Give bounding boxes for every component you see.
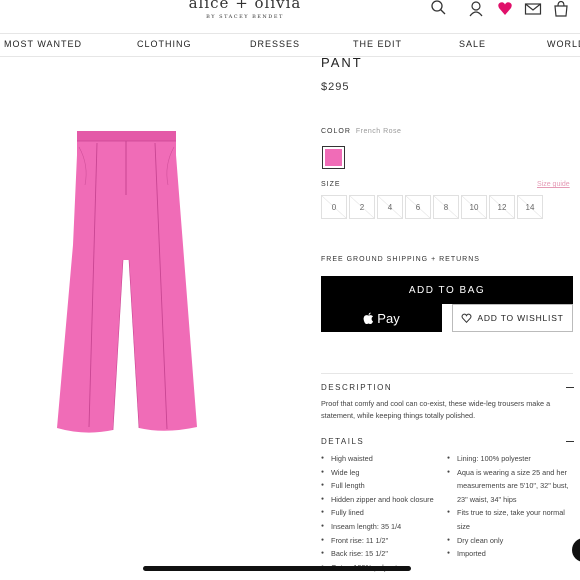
- user-icon[interactable]: [468, 0, 484, 18]
- size-option[interactable]: 10: [461, 195, 487, 219]
- logo-tagline: BY STACEY BENDET: [206, 14, 284, 20]
- detail-item: Lining: 100% polyester: [447, 452, 575, 466]
- detail-item: Inseam length: 35 1/4: [321, 520, 434, 534]
- size-option[interactable]: 8: [433, 195, 459, 219]
- logo-wordmark: alice + olivia: [188, 0, 302, 12]
- main-nav: MOST WANTED CLOTHING DRESSES THE EDIT SA…: [0, 33, 580, 57]
- nav-dresses[interactable]: DRESSES: [250, 39, 300, 49]
- nav-sale[interactable]: SALE: [459, 39, 486, 49]
- details-heading[interactable]: DETAILS: [321, 437, 364, 446]
- add-to-wishlist-button[interactable]: ADD TO WISHLIST: [452, 304, 573, 332]
- size-option[interactable]: 6: [405, 195, 431, 219]
- heart-outline-icon: [461, 313, 472, 323]
- size-option[interactable]: 12: [489, 195, 515, 219]
- detail-item: Front rise: 11 1/2": [321, 534, 434, 548]
- wishlist-label: ADD TO WISHLIST: [477, 313, 564, 323]
- detail-item: Aqua is wearing a size 25 and her measur…: [447, 466, 575, 507]
- product-price: $295: [321, 81, 350, 93]
- bag-icon[interactable]: [553, 0, 569, 18]
- description-heading[interactable]: DESCRIPTION: [321, 383, 392, 392]
- apple-icon: [363, 312, 374, 324]
- swatch-fill: [325, 149, 342, 166]
- size-option[interactable]: 0: [321, 195, 347, 219]
- detail-item: Back rise: 15 1/2": [321, 547, 434, 561]
- detail-item: Hidden zipper and hook closure: [321, 493, 434, 507]
- apple-pay-button[interactable]: Pay: [321, 304, 442, 332]
- nav-the-edit[interactable]: THE EDIT: [353, 39, 402, 49]
- detail-item: Fits true to size, take your normal size: [447, 506, 575, 533]
- add-to-bag-button[interactable]: ADD TO BAG: [321, 276, 573, 304]
- detail-item: Fully lined: [321, 506, 434, 520]
- nav-clothing[interactable]: CLOTHING: [137, 39, 192, 49]
- product-image[interactable]: [55, 125, 205, 445]
- search-icon[interactable]: [430, 0, 446, 18]
- details-list-right: Lining: 100% polyester Aqua is wearing a…: [447, 452, 575, 561]
- size-option[interactable]: 14: [517, 195, 543, 219]
- collapse-icon[interactable]: [566, 387, 574, 388]
- apple-pay-label: Pay: [377, 310, 400, 326]
- color-swatch-french-rose[interactable]: [322, 146, 345, 169]
- color-label: COLOR: [321, 128, 351, 135]
- divider: [321, 373, 573, 374]
- details-list-left: High waisted Wide leg Full length Hidden…: [321, 452, 434, 574]
- detail-item: High waisted: [321, 452, 434, 466]
- product-title: PANT: [321, 55, 363, 70]
- size-guide-link[interactable]: Size guide: [537, 181, 570, 188]
- home-indicator: [143, 566, 411, 571]
- detail-item: Imported: [447, 547, 575, 561]
- heart-icon[interactable]: [497, 0, 513, 18]
- description-text: Proof that comfy and cool can co-exist, …: [321, 399, 551, 420]
- color-value: French Rose: [355, 128, 402, 135]
- size-option[interactable]: 2: [349, 195, 375, 219]
- shipping-note: FREE GROUND SHIPPING + RETURNS: [321, 256, 480, 263]
- size-option[interactable]: 4: [377, 195, 403, 219]
- mail-icon[interactable]: [524, 0, 542, 18]
- size-label: SIZE: [321, 181, 341, 188]
- nav-world[interactable]: WORLD: [547, 39, 580, 49]
- detail-item: Full length: [321, 479, 434, 493]
- brand-logo[interactable]: alice + olivia BY STACEY BENDET: [170, 0, 320, 20]
- detail-item: Dry clean only: [447, 534, 575, 548]
- detail-item: Wide leg: [321, 466, 434, 480]
- nav-most-wanted[interactable]: MOST WANTED: [4, 39, 82, 49]
- collapse-icon[interactable]: [566, 441, 574, 442]
- color-row: COLOR French Rose: [321, 128, 401, 135]
